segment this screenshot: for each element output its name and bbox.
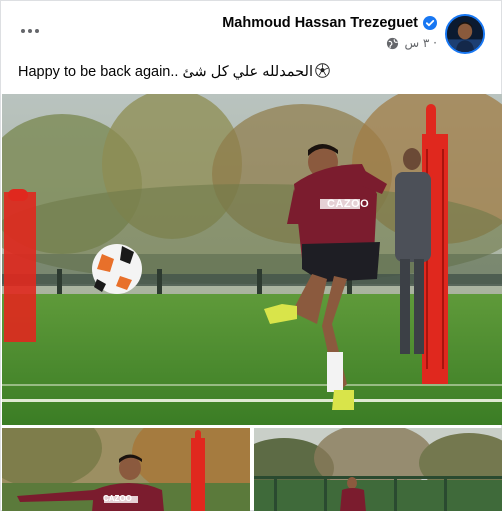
more-options-button[interactable] — [21, 21, 53, 41]
more-options-icon-dot — [28, 29, 32, 33]
author-line: Mahmoud Hassan Trezeguet — [222, 15, 437, 31]
post-photo-3[interactable] — [254, 428, 502, 511]
author-name[interactable]: Mahmoud Hassan Trezeguet — [222, 15, 418, 31]
post-timestamp[interactable]: ٣ س · — [404, 36, 437, 50]
shirt-sponsor-text: CAZOO — [103, 494, 132, 503]
post-meta: ٣ س · — [386, 36, 437, 50]
post-caption: Happy to be back again.. الحمدلله علي كل… — [18, 63, 330, 80]
shirt-sponsor-text: CAZOO — [327, 198, 370, 210]
post-photo-main[interactable] — [2, 94, 502, 425]
more-options-icon-dot — [35, 29, 39, 33]
caption-text: Happy to be back again.. الحمدلله علي كل… — [18, 64, 313, 80]
facebook-post: Mahmoud Hassan Trezeguet ٣ س · Happy to … — [0, 0, 502, 511]
verified-badge-icon — [423, 16, 437, 30]
author-avatar[interactable] — [445, 14, 485, 54]
post-header: Mahmoud Hassan Trezeguet ٣ س · — [1, 1, 501, 59]
globe-icon — [386, 37, 399, 50]
soccer-ball-emoji — [315, 63, 330, 78]
more-options-icon — [21, 29, 25, 33]
